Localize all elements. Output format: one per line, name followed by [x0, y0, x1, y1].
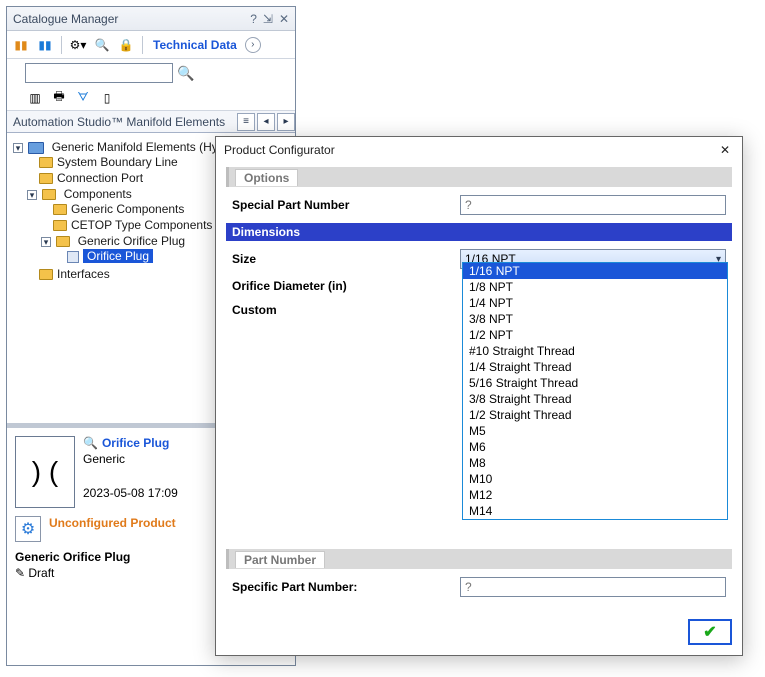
tree-label: Generic Orifice Plug: [78, 234, 185, 248]
folder-icon: [56, 236, 70, 247]
tree-label: Connection Port: [57, 171, 143, 185]
tree-label: System Boundary Line: [57, 155, 178, 169]
label-orifice-diameter: Orifice Diameter (in): [232, 279, 452, 293]
label-custom: Custom: [232, 303, 452, 317]
size-option[interactable]: 3/8 Straight Thread: [463, 391, 727, 407]
search-icon[interactable]: 🔍: [92, 35, 112, 55]
print-icon[interactable]: 🖶: [49, 88, 69, 108]
toolbar-btn-1[interactable]: ▮▮: [11, 35, 31, 55]
folder-icon: [42, 189, 56, 200]
section-header-dimensions: Dimensions: [226, 223, 732, 241]
label-specific-part: Specific Part Number:: [232, 580, 452, 594]
catalogue-toolbar-2: ▥ 🖶 ᗊ ▯: [7, 87, 295, 111]
dialog-titlebar[interactable]: Product Configurator ✕: [216, 137, 742, 163]
next-tab-icon[interactable]: ▸: [277, 113, 295, 131]
size-option[interactable]: M10: [463, 471, 727, 487]
label-size: Size: [232, 252, 452, 266]
size-option[interactable]: 5/16 Straight Thread: [463, 375, 727, 391]
filter-icon[interactable]: ᗊ: [73, 88, 93, 108]
size-option[interactable]: M8: [463, 455, 727, 471]
technical-data-link[interactable]: Technical Data: [149, 38, 241, 52]
list-view-icon[interactable]: ≡: [237, 113, 255, 131]
section-header-partnumber: Part Number: [226, 549, 732, 569]
tree-label: Interfaces: [57, 267, 110, 281]
unconfigured-label: Unconfigured Product: [49, 516, 176, 530]
twist-icon[interactable]: [27, 190, 37, 200]
tree-label-selected: Orifice Plug: [83, 249, 153, 263]
size-option[interactable]: #10 Straight Thread: [463, 343, 727, 359]
size-option[interactable]: M6: [463, 439, 727, 455]
size-option[interactable]: 1/4 Straight Thread: [463, 359, 727, 375]
specific-part-input[interactable]: [460, 577, 726, 597]
partnumber-tab: Part Number: [235, 551, 325, 568]
help-icon[interactable]: ?: [250, 12, 257, 26]
size-option[interactable]: 1/2 Straight Thread: [463, 407, 727, 423]
folder-icon: [53, 204, 67, 215]
toolbar-btn-2[interactable]: ▮▮: [35, 35, 55, 55]
close-icon[interactable]: ✕: [716, 141, 734, 159]
prev-tab-icon[interactable]: ◂: [257, 113, 275, 131]
preview-title: Orifice Plug: [102, 436, 169, 450]
gear-icon[interactable]: ⚙: [15, 516, 41, 542]
catalogue-header: Catalogue Manager ? ⇲ ✕: [7, 7, 295, 31]
catalogue-title: Catalogue Manager: [13, 12, 118, 26]
search-submit-icon[interactable]: 🔍: [177, 65, 194, 82]
tree-label: Generic Manifold Elements (Hyd: [52, 140, 225, 154]
pin-icon[interactable]: ⇲: [263, 12, 273, 26]
folder-icon: [28, 142, 44, 154]
size-option[interactable]: 1/8 NPT: [463, 279, 727, 295]
chevron-right-icon[interactable]: ›: [245, 37, 261, 53]
toolbar-separator: [142, 36, 143, 54]
search-input[interactable]: [25, 63, 173, 83]
size-option[interactable]: M12: [463, 487, 727, 503]
magnifier-icon[interactable]: 🔍: [83, 436, 98, 450]
size-option[interactable]: 1/16 NPT: [463, 263, 727, 279]
tree-label: CETOP Type Components: [71, 218, 212, 232]
toolbar2-btn-1[interactable]: ▥: [25, 88, 45, 108]
size-option[interactable]: 3/8 NPT: [463, 311, 727, 327]
folder-icon: [39, 157, 53, 168]
ok-button[interactable]: ✔: [688, 619, 732, 645]
tree-tabbar: Automation Studio™ Manifold Elements ≡ ◂…: [7, 111, 295, 133]
tree-tab-label[interactable]: Automation Studio™ Manifold Elements: [7, 115, 235, 129]
size-option[interactable]: 1/4 NPT: [463, 295, 727, 311]
tree-label: Generic Components: [71, 202, 184, 216]
draft-label: Draft: [28, 566, 54, 580]
component-icon: [67, 251, 79, 263]
label-special-part: Special Part Number: [232, 198, 452, 212]
lock-icon[interactable]: 🔒: [116, 35, 136, 55]
special-part-input[interactable]: [460, 195, 726, 215]
folder-icon: [39, 173, 53, 184]
size-option[interactable]: 1/2 NPT: [463, 327, 727, 343]
close-icon[interactable]: ✕: [279, 12, 289, 26]
catalogue-toolbar-1: ▮▮ ▮▮ ⚙▾ 🔍 🔒 Technical Data ›: [7, 31, 295, 59]
preview-thumbnail: ) (: [15, 436, 75, 508]
options-tab[interactable]: Options: [235, 169, 298, 186]
folder-icon: [53, 220, 67, 231]
folder-icon: [39, 269, 53, 280]
size-option[interactable]: M14: [463, 503, 727, 519]
tree-label: Components: [64, 187, 132, 201]
section-header-options: Options: [226, 167, 732, 187]
preview-subtitle: Generic: [83, 452, 178, 466]
dialog-title: Product Configurator: [224, 143, 335, 157]
search-row: 🔍: [7, 59, 295, 87]
toolbar-separator: [61, 36, 62, 54]
twist-icon[interactable]: [13, 143, 23, 153]
size-dropdown-list[interactable]: 1/16 NPT1/8 NPT1/4 NPT3/8 NPT1/2 NPT#10 …: [462, 262, 728, 520]
toolbar2-btn-4[interactable]: ▯: [97, 88, 117, 108]
gear-icon[interactable]: ⚙▾: [68, 35, 88, 55]
twist-icon[interactable]: [41, 237, 51, 247]
size-option[interactable]: M5: [463, 423, 727, 439]
preview-date: 2023-05-08 17:09: [83, 486, 178, 500]
